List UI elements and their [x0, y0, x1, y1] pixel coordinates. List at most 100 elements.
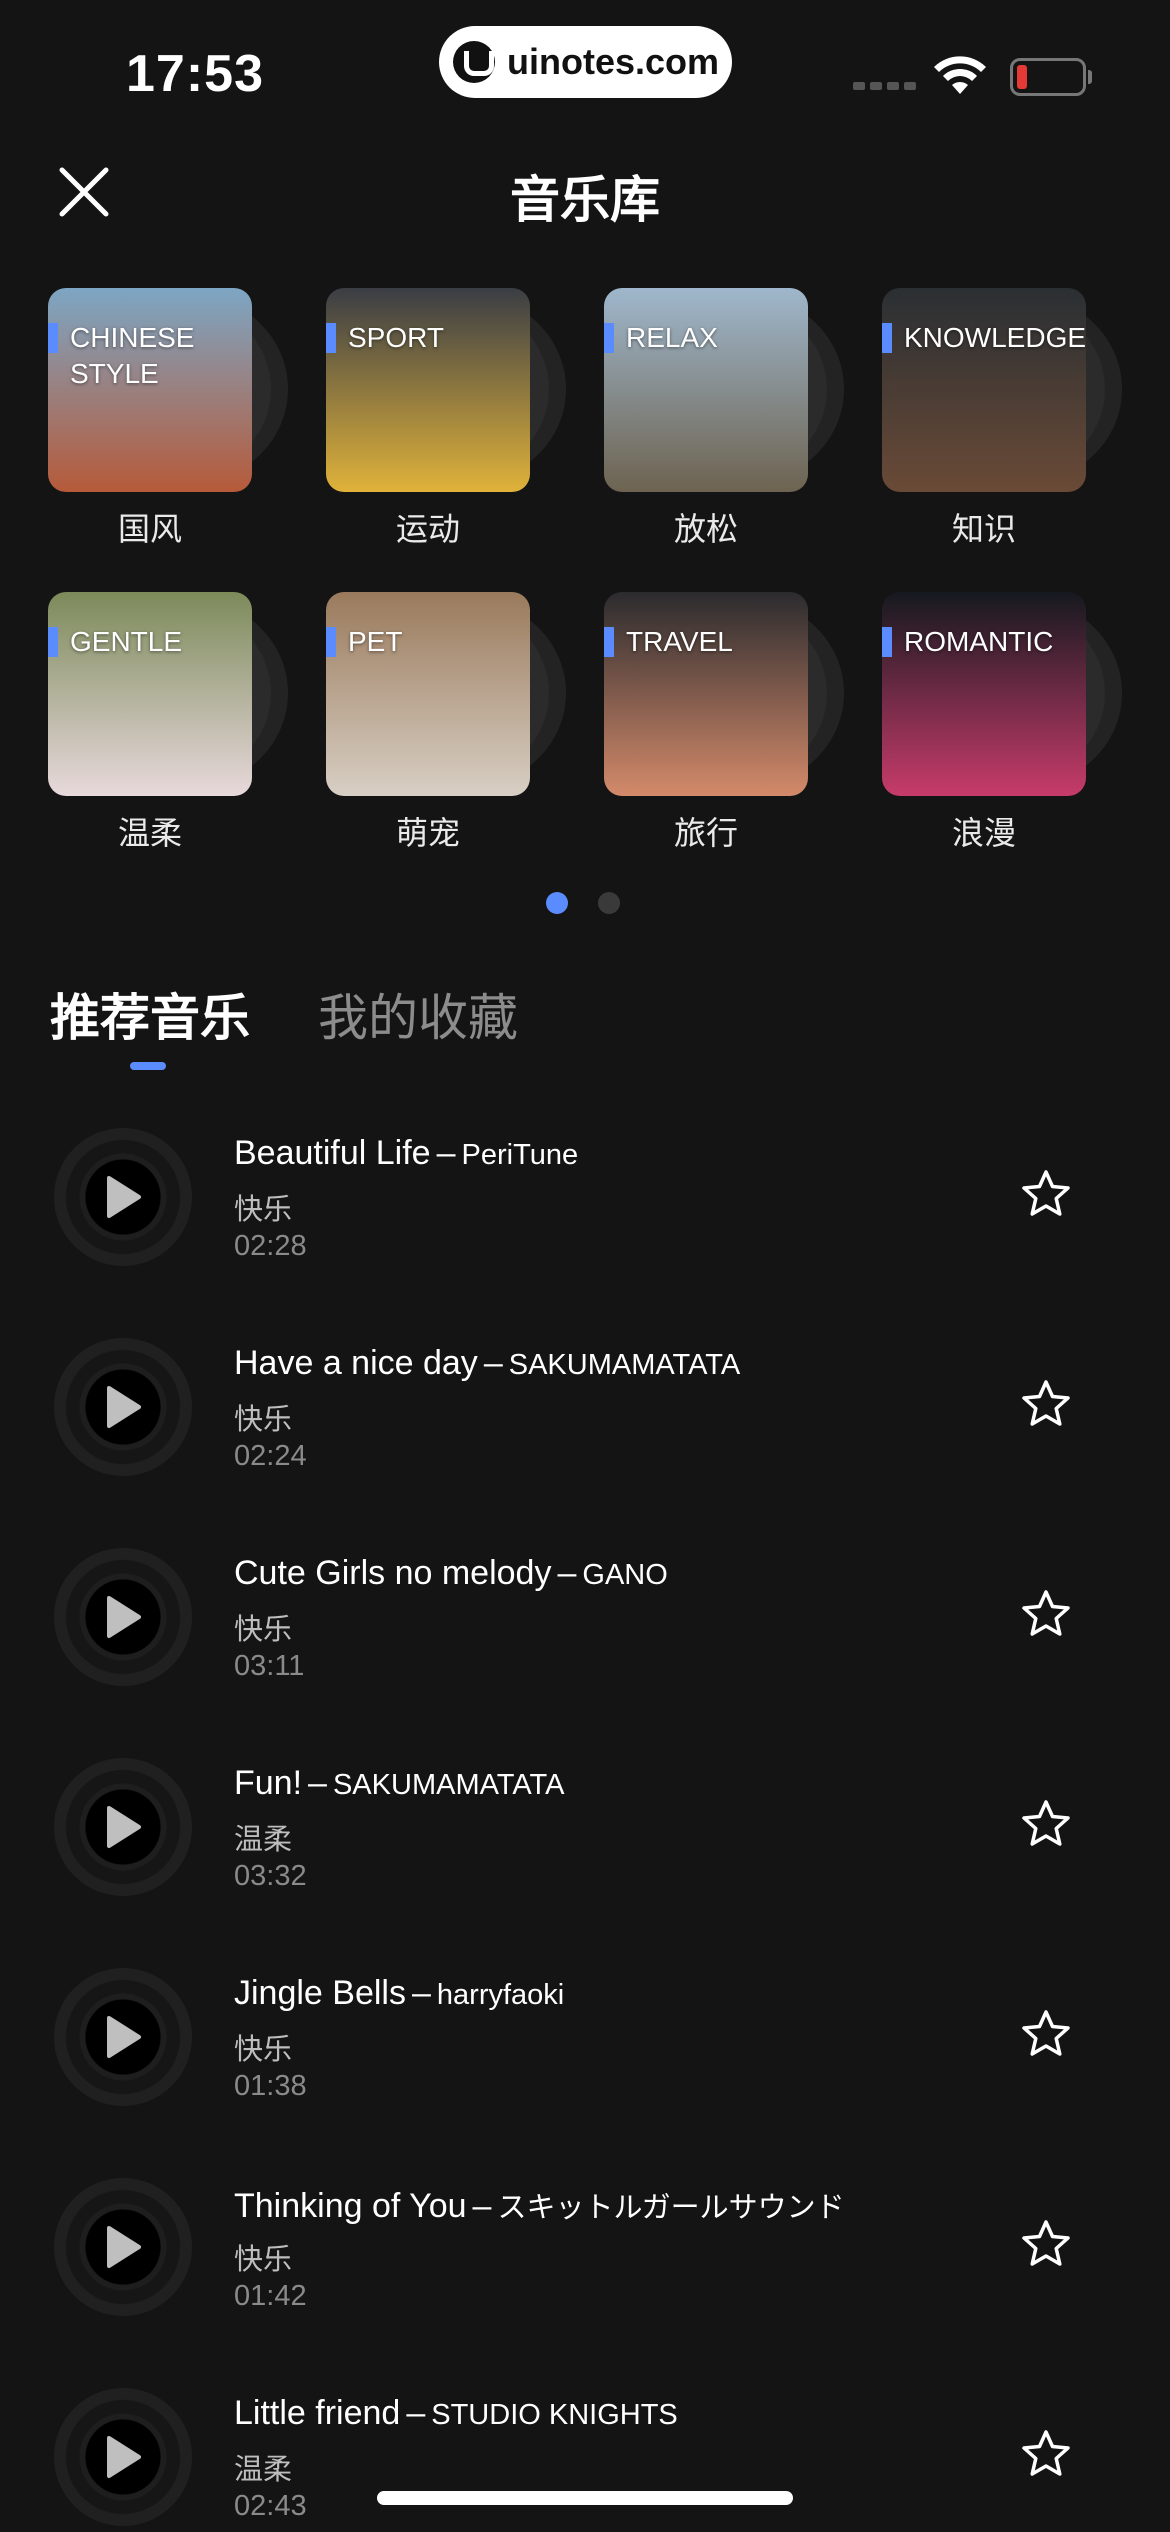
track-title: Little friend: [234, 2394, 401, 2432]
category-label: 知识: [951, 510, 1016, 548]
url-text: uinotes.com: [507, 41, 720, 82]
track-artist: GANO: [582, 1559, 668, 1591]
star-icon: [1022, 1380, 1070, 1426]
category-label: 运动: [395, 510, 460, 548]
favorite-button[interactable]: [1020, 1798, 1072, 1850]
category-tag: ROMANTIC: [904, 626, 1054, 657]
track-duration: 02:24: [234, 1440, 307, 1472]
star-icon: [1022, 1170, 1070, 1216]
star-icon: [1022, 1590, 1070, 1636]
category-cover-image: TRAVEL: [604, 592, 808, 796]
category-tile[interactable]: PET 萌宠: [326, 592, 604, 852]
title-artist-separator: –: [308, 1764, 327, 1802]
music-library-screen: 17:53 uinotes.com 音乐库 CHINESE STYLE 国风 SPO…: [0, 0, 1170, 2532]
tag-accent-bar: [48, 627, 58, 657]
tab-favorites[interactable]: 我的收藏: [318, 978, 518, 1050]
track-artist: スキットルガールサウンド: [497, 2192, 845, 2224]
track-title: Cute Girls no melody: [234, 1554, 552, 1592]
track-title-line: Fun! – SAKUMAMATATA: [234, 1764, 564, 1803]
tag-accent-bar: [326, 323, 336, 353]
category-label: 放松: [673, 510, 738, 548]
favorite-button[interactable]: [1020, 2428, 1072, 2480]
play-icon: [107, 2436, 141, 2478]
page-indicator: [546, 892, 620, 914]
track-duration: 02:43: [234, 2490, 307, 2522]
page-title: 音乐库: [510, 171, 660, 229]
category-tile[interactable]: SPORT 运动: [326, 288, 604, 548]
track-title-line: Jingle Bells – harryfaoki: [234, 1974, 564, 2013]
play-button[interactable]: [54, 2178, 192, 2316]
category-tile[interactable]: GENTLE 温柔: [48, 592, 326, 852]
track-row[interactable]: Beautiful Life – PeriTune 快乐 02:28: [0, 1112, 1170, 1322]
category-grid: CHINESE STYLE 国风 SPORT 运动 RELAX 放松 KNOWLEDGE 知识…: [48, 288, 1128, 852]
play-icon: [107, 1386, 141, 1428]
favorite-button[interactable]: [1020, 1168, 1072, 1220]
track-artist: STUDIO KNIGHTS: [431, 2399, 678, 2431]
tag-accent-bar: [48, 323, 58, 353]
home-indicator[interactable]: [377, 2491, 793, 2505]
play-button[interactable]: [54, 1968, 192, 2106]
title-artist-separator: –: [436, 1134, 456, 1172]
category-tag: TRAVEL: [626, 626, 733, 657]
track-duration: 03:11: [234, 1650, 305, 1682]
track-title-line: Thinking of You – スキットルガールサウンド: [234, 2184, 845, 2226]
title-artist-separator: –: [472, 2187, 492, 2225]
category-label: 萌宠: [395, 814, 460, 852]
category-tile[interactable]: RELAX 放松: [604, 288, 882, 548]
category-cover-image: ROMANTIC: [882, 592, 1086, 796]
favorite-button[interactable]: [1020, 1378, 1072, 1430]
category-tile[interactable]: CHINESE STYLE 国风: [48, 288, 326, 548]
play-icon: [107, 2016, 141, 2058]
favorite-button[interactable]: [1020, 2008, 1072, 2060]
title-artist-separator: –: [557, 1554, 577, 1592]
play-icon: [107, 1596, 141, 1638]
play-button[interactable]: [54, 1338, 192, 1476]
track-duration: 02:28: [234, 1230, 307, 1262]
page-dot[interactable]: [598, 892, 620, 914]
track-title-line: Beautiful Life – PeriTune: [234, 1134, 578, 1173]
page-dot-active[interactable]: [546, 892, 568, 914]
category-cover-image: PET: [326, 592, 530, 796]
track-row[interactable]: Fun! – SAKUMAMATATA 温柔 03:32: [0, 1742, 1170, 1952]
track-title-line: Cute Girls no melody – GANO: [234, 1554, 668, 1593]
favorite-button[interactable]: [1020, 2218, 1072, 2270]
play-button[interactable]: [54, 1128, 192, 1266]
star-icon: [1022, 2430, 1070, 2476]
category-cover-image: GENTLE: [48, 592, 252, 796]
category-cover-image: RELAX: [604, 288, 808, 492]
category-tile[interactable]: ROMANTIC 浪漫: [882, 592, 1160, 852]
track-row[interactable]: Little friend – STUDIO KNIGHTS 温柔 02:43: [0, 2372, 1170, 2532]
category-tag: PET: [348, 626, 403, 657]
favorite-button[interactable]: [1020, 1588, 1072, 1640]
play-button[interactable]: [54, 1758, 192, 1896]
category-tag: RELAX: [626, 322, 718, 353]
category-tile[interactable]: TRAVEL 旅行: [604, 592, 882, 852]
star-icon: [1022, 1800, 1070, 1846]
play-icon: [107, 2226, 141, 2268]
track-title: Fun!: [234, 1764, 303, 1802]
track-genre: 温柔: [234, 1822, 293, 1856]
track-row[interactable]: Cute Girls no melody – GANO 快乐 03:11: [0, 1532, 1170, 1742]
play-button[interactable]: [54, 1548, 192, 1686]
track-title-line: Have a nice day – SAKUMAMATATA: [234, 1344, 740, 1383]
track-row[interactable]: Have a nice day – SAKUMAMATATA 快乐 02:24: [0, 1322, 1170, 1532]
cellular-signal-icon: [853, 82, 916, 90]
track-row[interactable]: Jingle Bells – harryfaoki 快乐 01:38: [0, 1952, 1170, 2162]
category-tile[interactable]: KNOWLEDGE 知识: [882, 288, 1160, 548]
track-title: Have a nice day: [234, 1344, 478, 1382]
category-tag: GENTLE: [70, 626, 183, 657]
track-artist: SAKUMAMATATA: [332, 1769, 565, 1801]
uinotes-logo-icon: [453, 41, 495, 83]
track-artist: PeriTune: [461, 1139, 579, 1171]
status-time: 17:53: [126, 45, 264, 103]
category-label: 旅行: [673, 814, 738, 852]
star-icon: [1022, 2220, 1070, 2266]
track-genre: 快乐: [234, 1612, 293, 1646]
play-button[interactable]: [54, 2388, 192, 2526]
category-label: 温柔: [117, 814, 182, 852]
battery-icon: [1010, 58, 1086, 96]
tab-recommended[interactable]: 推荐音乐: [50, 978, 250, 1050]
track-row[interactable]: Thinking of You – スキットルガールサウンド 快乐 01:42: [0, 2162, 1170, 2372]
track-genre: 温柔: [234, 2452, 293, 2486]
category-cover-image: KNOWLEDGE: [882, 288, 1086, 492]
